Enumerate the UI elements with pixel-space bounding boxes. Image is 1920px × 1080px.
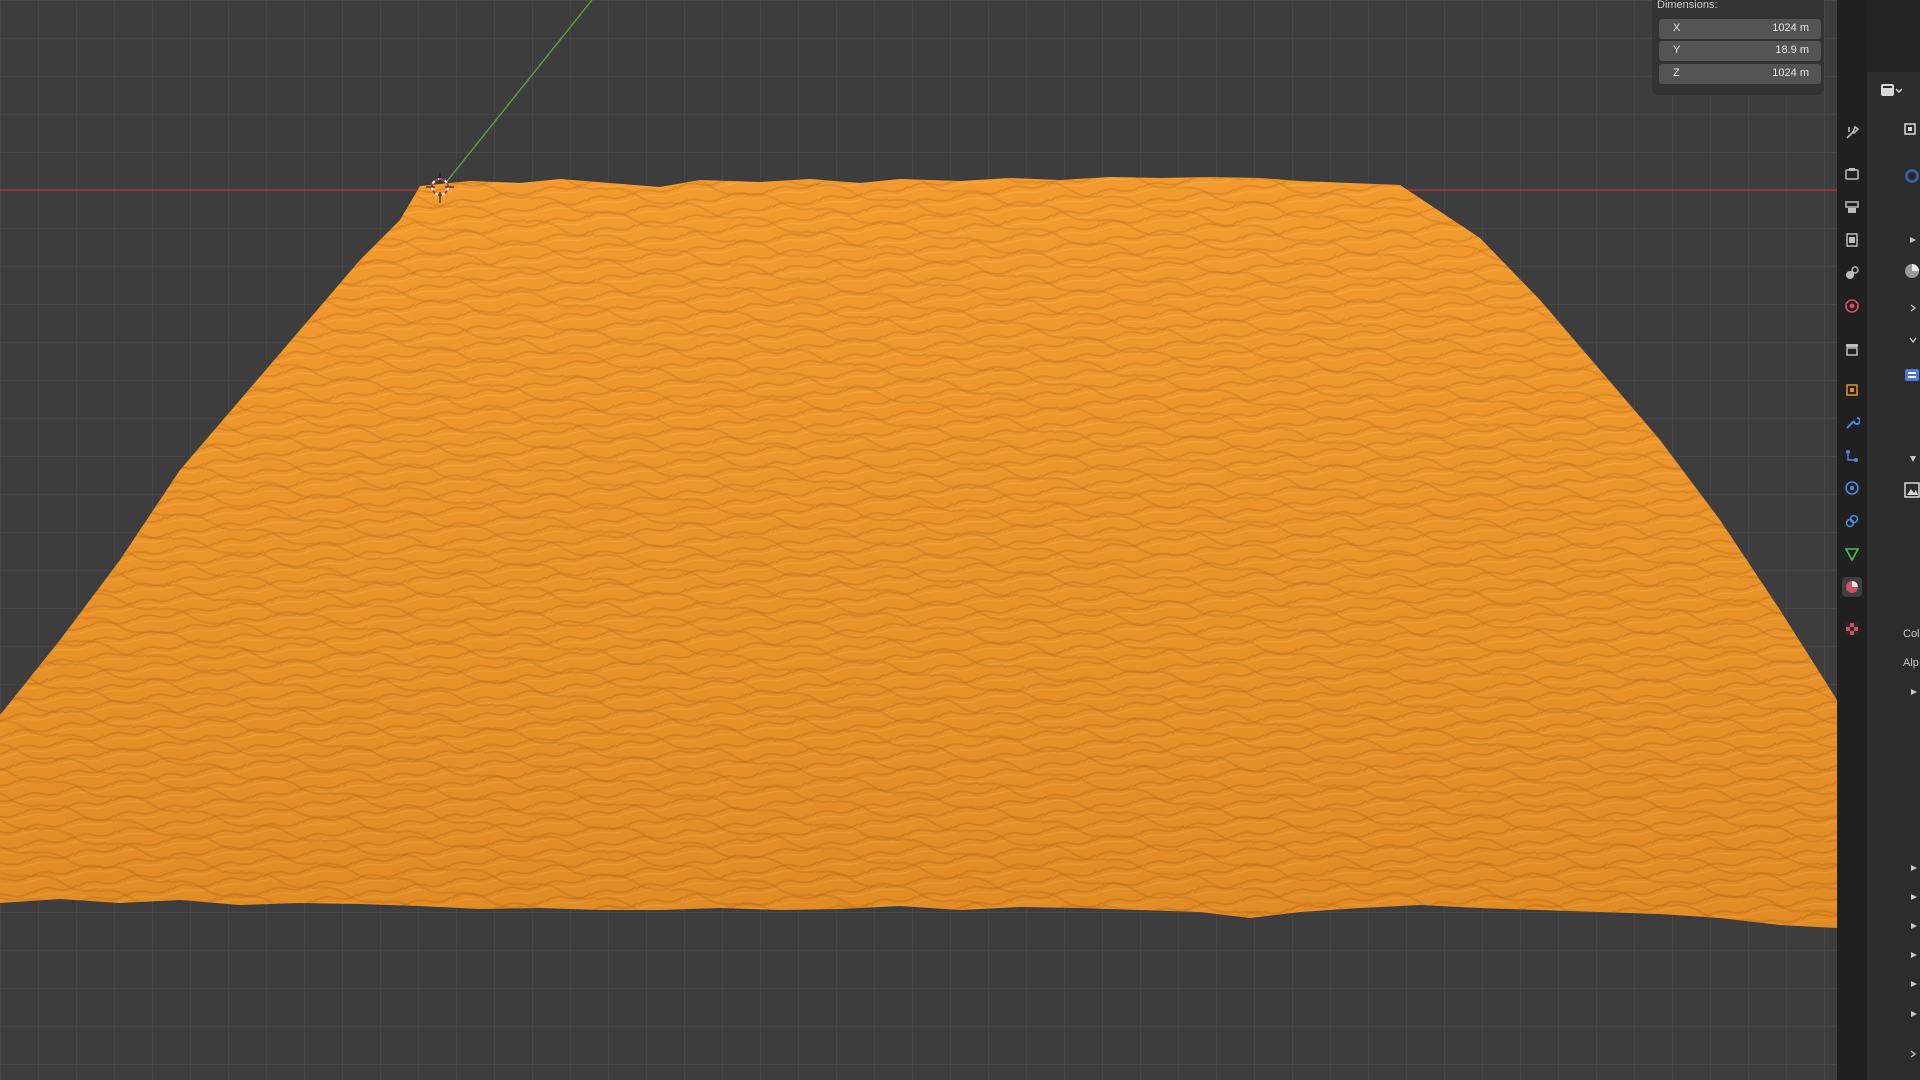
tab-tool[interactable] [1842, 122, 1862, 142]
row-expand-icon[interactable] [1910, 951, 1918, 959]
physics-icon [1845, 481, 1859, 495]
tab-material[interactable] [1842, 577, 1862, 597]
tab-modifier[interactable] [1842, 413, 1862, 433]
world-icon [1845, 299, 1859, 313]
tab-texture[interactable] [1842, 619, 1862, 639]
constraints-icon [1845, 514, 1859, 528]
tool-icon [1846, 125, 1860, 139]
3d-viewport[interactable]: Dimensions: X 1024 m Y 18.9 m Z 1024 m [0, 0, 1837, 1080]
modifier-icon [1846, 417, 1860, 429]
row-expand-icon[interactable] [1910, 1010, 1918, 1018]
panel-expanded-chevron-icon[interactable] [1909, 336, 1917, 344]
tab-object[interactable] [1842, 380, 1862, 400]
tab-data[interactable] [1842, 544, 1862, 564]
row-expand-icon[interactable] [1910, 864, 1918, 872]
expand-triangle-icon[interactable] [1909, 236, 1917, 244]
dimensions-panel: Dimensions: X 1024 m Y 18.9 m Z 1024 m [1652, 0, 1824, 95]
tab-collection[interactable] [1842, 339, 1862, 359]
scene-icon [1846, 266, 1859, 279]
texture-icon [1846, 623, 1858, 635]
panel-collapsed-chevron-icon[interactable] [1909, 304, 1917, 312]
properties-panel: Col Alp [1867, 0, 1920, 1080]
data-icon [1844, 548, 1860, 562]
dimension-z-value: 1024 m [1772, 67, 1809, 79]
terrain-mesh[interactable] [0, 177, 1837, 928]
render-icon [1845, 168, 1859, 180]
view-layer-icon [1846, 233, 1858, 247]
particles-icon [1846, 450, 1858, 462]
tab-constraints[interactable] [1842, 511, 1862, 531]
tab-scene[interactable] [1842, 263, 1862, 283]
row-expand-icon[interactable] [1910, 688, 1918, 696]
dimension-y-value: 18.9 m [1775, 44, 1809, 56]
material-icon [1846, 581, 1858, 593]
alpha-label: Alp [1903, 657, 1919, 669]
dimension-y-field[interactable]: Y 18.9 m [1659, 41, 1821, 61]
dimension-y-label: Y [1673, 44, 1681, 56]
collection-icon [1846, 344, 1858, 356]
dimension-x-field[interactable]: X 1024 m [1659, 19, 1821, 39]
dimension-x-label: X [1673, 22, 1681, 34]
image-texture-icon[interactable] [1904, 482, 1920, 498]
viewport-scene [0, 0, 1837, 928]
tab-world[interactable] [1842, 296, 1862, 316]
tab-particles[interactable] [1842, 446, 1862, 466]
row-expand-icon[interactable] [1910, 893, 1918, 901]
properties-topbar [1867, 0, 1920, 72]
tab-output[interactable] [1842, 197, 1862, 217]
output-icon [1845, 201, 1859, 213]
node-icon[interactable] [1904, 367, 1920, 383]
properties-header [1867, 78, 1920, 104]
color-label: Col [1903, 628, 1920, 640]
editor-type-icon[interactable] [1878, 81, 1904, 101]
dimension-x-value: 1024 m [1772, 22, 1809, 34]
tab-view-layer[interactable] [1842, 230, 1862, 250]
dimension-z-label: Z [1673, 67, 1680, 79]
material-slot-icon[interactable] [1904, 168, 1920, 184]
properties-tab-strip [1837, 0, 1867, 1080]
row-expand-icon[interactable] [1910, 980, 1918, 988]
subpanel-triangle-icon[interactable] [1909, 455, 1917, 463]
tab-physics[interactable] [1842, 478, 1862, 498]
dimensions-header: Dimensions: [1657, 0, 1718, 11]
tab-render[interactable] [1842, 164, 1862, 184]
y-axis-line [439, 0, 593, 191]
material-preview-icon[interactable] [1904, 263, 1920, 279]
panel-collapsed-chevron-icon[interactable] [1909, 1050, 1917, 1058]
row-expand-icon[interactable] [1910, 922, 1918, 930]
pin-icon[interactable] [1904, 123, 1916, 135]
object-icon [1846, 384, 1858, 396]
dimension-z-field[interactable]: Z 1024 m [1659, 64, 1821, 84]
